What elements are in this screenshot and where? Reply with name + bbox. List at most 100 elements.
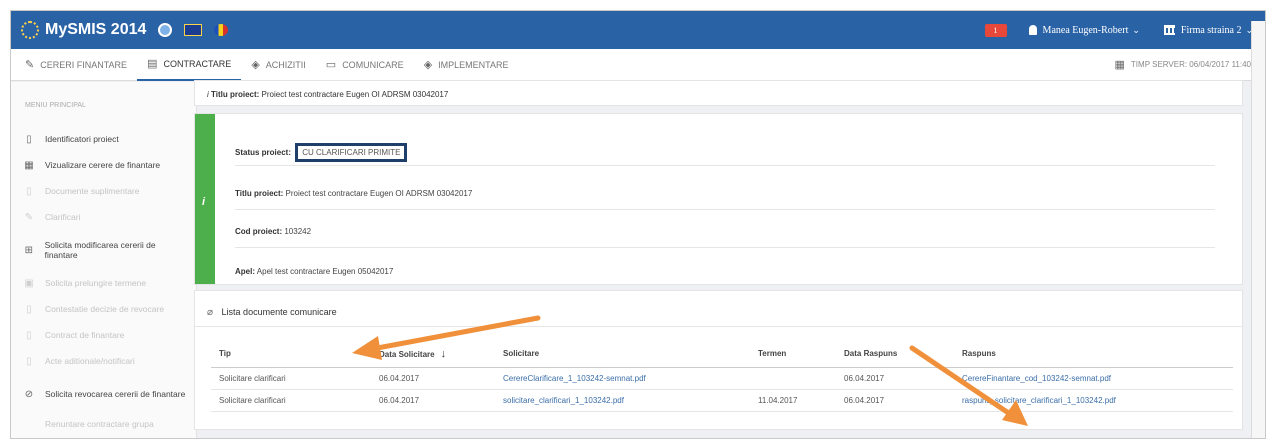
sidebar-item-contract: ▯ Contract de finantare	[11, 322, 196, 348]
table-icon: ▦	[24, 159, 34, 171]
tab-contractare[interactable]: ▤ CONTRACTARE	[137, 49, 242, 81]
tab-label: IMPLEMENTARE	[438, 59, 509, 70]
user-icon	[1028, 25, 1037, 35]
document-icon: ▯	[26, 355, 32, 367]
code-label: Cod proiect:	[235, 227, 283, 236]
project-title-label: Titlu proiect:	[211, 90, 260, 99]
document-icon: ▯	[26, 329, 32, 341]
top-bar: MySMIS 2014 1 Manea Eugen-Robert ⌄ Firma…	[11, 11, 1265, 49]
tab-implementare[interactable]: ◈ IMPLEMENTARE	[414, 49, 519, 81]
documents-table: Tip Data Solicitare ↓ Solicitare Termen D…	[211, 341, 1233, 412]
title-label: Titlu proiect:	[235, 189, 284, 198]
documents-heading: Lista documente comunicare	[221, 307, 337, 317]
solicitare-file-link[interactable]: CerereClarificare_1_103242-semnat.pdf	[495, 367, 750, 390]
sidebar-item-prelungire-termene: ▣ Solicita prelungire termene	[11, 270, 196, 296]
status-value: CU CLARIFICARI PRIMITE	[295, 143, 408, 162]
project-title-value: Proiect test contractare Eugen OI ADRSM …	[261, 90, 449, 99]
column-raspuns[interactable]: Raspuns	[954, 341, 1233, 368]
organization-menu[interactable]: Firma straina 2 ⌄	[1163, 24, 1253, 36]
info-icon: i	[207, 90, 209, 99]
raspuns-file-link[interactable]: CerereFinantare_cod_103242-semnat.pdf	[954, 367, 1233, 390]
organization-name: Firma straina 2	[1180, 24, 1242, 36]
notifications-badge[interactable]: 1	[984, 23, 1007, 37]
cell-termen: 11.04.2017	[750, 389, 836, 412]
status-row: Status proiect: CU CLARIFICARI PRIMITE	[235, 126, 1215, 166]
sidebar-item-modificare-cerere[interactable]: ⊞ Solicita modificarea cererii de finant…	[11, 230, 196, 270]
info-icon: i	[202, 196, 206, 208]
documents-panel: ⌀ Lista documente comunicare Tip Data So…	[194, 290, 1243, 430]
info-stripe: i	[195, 114, 215, 284]
sidebar-item-label: Renuntare contractare grupa	[45, 419, 154, 429]
sidebar-item-label: Identificatori proiect	[45, 134, 119, 144]
user-menu[interactable]: Manea Eugen-Robert ⌄	[1028, 24, 1140, 36]
sidebar-item-label: Solicita modificarea cererii de finantar…	[44, 240, 156, 260]
call-label: Apel:	[235, 267, 255, 276]
pencil-icon: ✎	[25, 59, 35, 71]
project-info-panel: i Status proiect: CU CLARIFICARI PRIMITE…	[194, 113, 1243, 285]
sidebar-item-clarificari: ✎ Clarificari	[11, 204, 196, 230]
sidebar-item-identificatori[interactable]: ▯ Identificatori proiect	[11, 126, 196, 152]
sidebar-item-label: Vizualizare cerere de finantare	[45, 160, 161, 170]
document-icon: ▤	[147, 58, 158, 70]
tab-comunicare[interactable]: ▭ COMUNICARE	[316, 49, 414, 81]
sidebar-item-label: Documente suplimentare	[45, 186, 140, 196]
call-row: Apel: Apel test contractare Eugen 050420…	[235, 250, 1215, 288]
chevron-down-icon: ⌄	[1132, 24, 1140, 35]
app-title: MySMIS 2014	[45, 21, 147, 38]
column-data-raspuns[interactable]: Data Raspuns	[836, 341, 954, 368]
layers-icon: ◈	[251, 59, 260, 71]
user-name: Manea Eugen-Robert	[1042, 24, 1129, 36]
sidebar-item-label: Acte aditionale/notificari	[45, 356, 135, 366]
sidebar-item-vizualizare[interactable]: ▦ Vizualizare cerere de finantare	[11, 152, 196, 178]
bank-icon	[1163, 25, 1175, 35]
cell-tip: Solicitare clarificari	[211, 367, 371, 390]
column-label: Data Solicitare	[379, 349, 435, 359]
sidebar-item-renuntare: Renuntare contractare grupa	[11, 414, 196, 434]
tab-label: CONTRACTARE	[163, 58, 232, 69]
project-title-bar: i Titlu proiect: Proiect test contractar…	[194, 80, 1243, 106]
tab-label: COMUNICARE	[342, 59, 404, 70]
table-row: Solicitare clarificari 06.04.2017 solici…	[211, 389, 1233, 412]
document-plus-icon: ⊞	[24, 244, 33, 256]
column-tip[interactable]: Tip	[211, 341, 371, 368]
raspuns-file-link[interactable]: raspuns_solicitare_clarificari_1_103242.…	[954, 389, 1233, 412]
document-icon: ▯	[26, 303, 32, 315]
pencil-icon: ✎	[24, 211, 34, 223]
cell-data-solicitare: 06.04.2017	[371, 389, 495, 412]
sidebar-item-revocare[interactable]: ⊘ Solicita revocarea cererii de finantar…	[11, 374, 196, 414]
eu-flag-icon	[184, 24, 203, 36]
paperclip-icon: ⌀	[207, 307, 214, 318]
server-icon: ▦	[1114, 59, 1125, 71]
documents-header: ⌀ Lista documente comunicare	[195, 291, 1242, 327]
calendar-icon: ▣	[24, 277, 34, 289]
globe-icon	[158, 23, 173, 37]
document-icon: ▯	[26, 133, 32, 145]
sidebar: MENIU PRINCIPAL ▯ Identificatori proiect…	[11, 82, 197, 438]
tab-cereri-finantare[interactable]: ✎ CERERI FINANTARE	[11, 49, 137, 81]
layers-icon: ◈	[423, 59, 433, 71]
sort-down-arrow-icon[interactable]: ↓	[441, 348, 447, 360]
server-time-text: TIMP SERVER: 06/04/2017 11:40	[1130, 60, 1251, 69]
column-data-solicitare[interactable]: Data Solicitare ↓	[371, 341, 495, 368]
column-termen[interactable]: Termen	[750, 341, 836, 368]
cell-termen	[750, 367, 836, 390]
title-row: Titlu proiect: Proiect test contractare …	[235, 172, 1215, 210]
table-row: Solicitare clarificari 06.04.2017 Cerere…	[211, 367, 1233, 390]
sidebar-item-acte-aditionale: ▯ Acte aditionale/notificari	[11, 348, 196, 374]
app-window: MySMIS 2014 1 Manea Eugen-Robert ⌄ Firma…	[10, 10, 1266, 439]
cell-data-solicitare: 06.04.2017	[371, 367, 495, 390]
tab-achizitii[interactable]: ◈ ACHIZITII	[241, 49, 315, 81]
code-value: 103242	[284, 227, 312, 236]
code-row: Cod proiect: 103242	[235, 210, 1215, 248]
sidebar-item-label: Contestatie decizie de revocare	[45, 304, 165, 314]
title-value: Proiect test contractare Eugen OI ADRSM …	[285, 189, 473, 198]
sidebar-item-label: Solicita revocarea cererii de finantare	[45, 389, 186, 399]
cell-tip: Solicitare clarificari	[211, 389, 371, 412]
column-solicitare[interactable]: Solicitare	[495, 341, 750, 368]
main-nav: ✎ CERERI FINANTARE ▤ CONTRACTARE ◈ ACHIZ…	[11, 49, 1265, 81]
sidebar-item-label: Clarificari	[45, 212, 81, 222]
brand[interactable]: MySMIS 2014	[21, 21, 229, 39]
document-icon: ▯	[26, 185, 32, 197]
solicitare-file-link[interactable]: solicitare_clarificari_1_103242.pdf	[495, 389, 750, 412]
sidebar-item-label: Contract de finantare	[45, 330, 125, 340]
